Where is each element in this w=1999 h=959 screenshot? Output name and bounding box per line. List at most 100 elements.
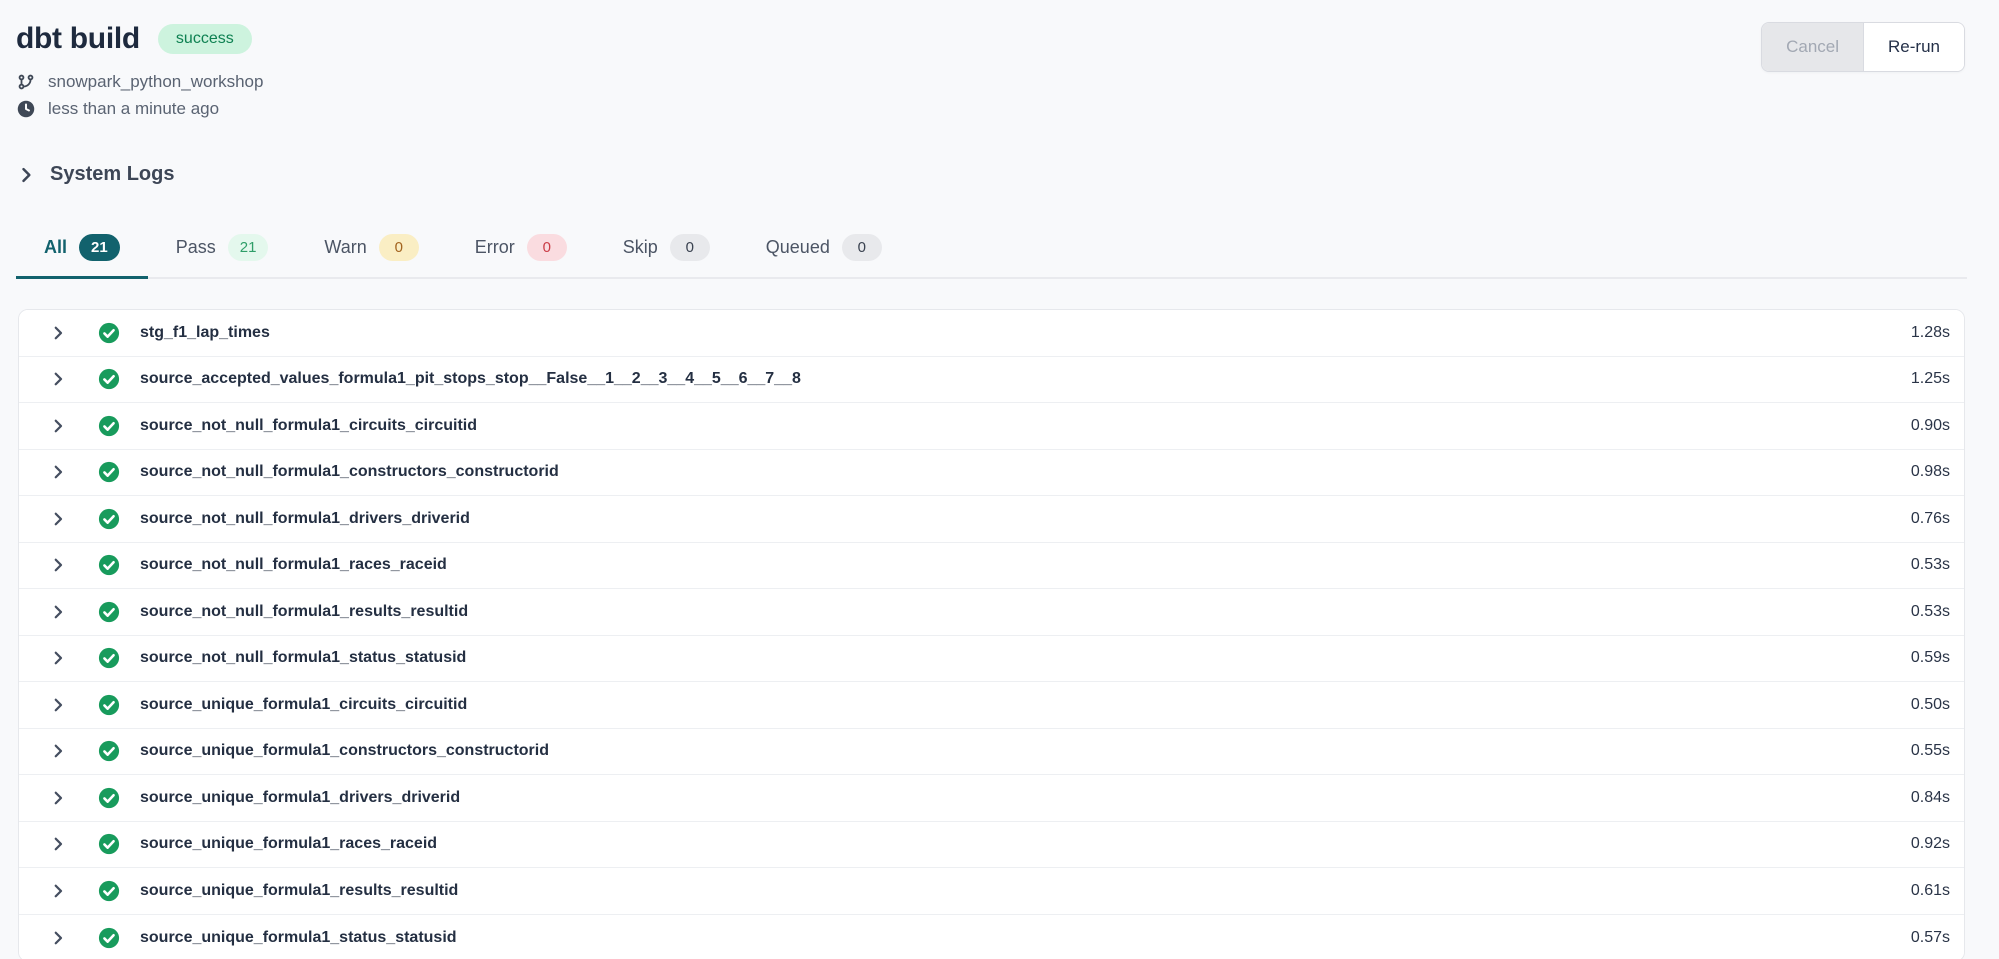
- result-name: source_unique_formula1_drivers_driverid: [140, 789, 1911, 807]
- check-circle-icon: [98, 601, 120, 623]
- result-duration: 0.98s: [1911, 463, 1950, 481]
- check-circle-icon: [98, 647, 120, 669]
- check-circle-icon: [98, 787, 120, 809]
- tab-all[interactable]: All 21: [16, 222, 148, 277]
- tab-label: Queued: [766, 237, 830, 258]
- expand-chevron-icon[interactable]: [45, 506, 71, 532]
- tab-count-badge: 21: [228, 234, 269, 261]
- check-circle-icon: [98, 554, 120, 576]
- result-filter-tabs: All 21 Pass 21 Warn 0 Error 0 Skip 0 Que…: [16, 222, 1967, 279]
- result-name: source_not_null_formula1_results_resulti…: [140, 603, 1911, 621]
- result-duration: 0.90s: [1911, 417, 1950, 435]
- result-duration: 0.53s: [1911, 556, 1950, 574]
- expand-chevron-icon[interactable]: [45, 692, 71, 718]
- check-circle-icon: [98, 833, 120, 855]
- expand-chevron-icon[interactable]: [45, 552, 71, 578]
- check-circle-icon: [98, 322, 120, 344]
- result-row[interactable]: source_unique_formula1_constructors_cons…: [19, 729, 1964, 776]
- tab-error[interactable]: Error 0: [447, 222, 595, 277]
- result-row[interactable]: source_unique_formula1_results_resultid …: [19, 868, 1964, 915]
- tab-warn[interactable]: Warn 0: [296, 222, 446, 277]
- git-branch-icon: [16, 72, 36, 92]
- check-circle-icon: [98, 880, 120, 902]
- tab-count-badge: 0: [842, 234, 882, 261]
- result-duration: 0.57s: [1911, 929, 1950, 947]
- result-duration: 1.25s: [1911, 370, 1950, 388]
- result-row[interactable]: stg_f1_lap_times 1.28s: [19, 310, 1964, 357]
- check-circle-icon: [98, 415, 120, 437]
- expand-chevron-icon[interactable]: [45, 645, 71, 671]
- check-circle-icon: [98, 508, 120, 530]
- result-duration: 0.76s: [1911, 510, 1950, 528]
- cancel-button[interactable]: Cancel: [1762, 23, 1864, 71]
- result-row[interactable]: source_not_null_formula1_constructors_co…: [19, 450, 1964, 497]
- expand-chevron-icon[interactable]: [45, 785, 71, 811]
- result-duration: 0.84s: [1911, 789, 1950, 807]
- result-name: source_not_null_formula1_constructors_co…: [140, 463, 1911, 481]
- tab-count-badge: 0: [670, 234, 710, 261]
- rerun-button[interactable]: Re-run: [1864, 23, 1964, 71]
- tab-label: Error: [475, 237, 515, 258]
- result-duration: 0.50s: [1911, 696, 1950, 714]
- result-row[interactable]: source_not_null_formula1_circuits_circui…: [19, 403, 1964, 450]
- expand-chevron-icon[interactable]: [45, 925, 71, 951]
- tab-label: Warn: [324, 237, 366, 258]
- chevron-right-icon: [16, 165, 36, 185]
- result-name: source_not_null_formula1_circuits_circui…: [140, 417, 1911, 435]
- run-header: dbt build success snowpark_python_worksh…: [0, 0, 1999, 119]
- result-row[interactable]: source_unique_formula1_races_raceid 0.92…: [19, 822, 1964, 869]
- check-circle-icon: [98, 461, 120, 483]
- expand-chevron-icon[interactable]: [45, 831, 71, 857]
- result-name: source_not_null_formula1_drivers_driveri…: [140, 510, 1911, 528]
- expand-chevron-icon[interactable]: [45, 320, 71, 346]
- check-circle-icon: [98, 694, 120, 716]
- result-name: stg_f1_lap_times: [140, 324, 1911, 342]
- result-row[interactable]: source_not_null_formula1_status_statusid…: [19, 636, 1964, 683]
- status-badge: success: [158, 24, 252, 54]
- expand-chevron-icon[interactable]: [45, 366, 71, 392]
- result-duration: 0.55s: [1911, 742, 1950, 760]
- system-logs-toggle[interactable]: System Logs: [16, 163, 1999, 186]
- tab-label: Pass: [176, 237, 216, 258]
- expand-chevron-icon[interactable]: [45, 459, 71, 485]
- expand-chevron-icon[interactable]: [45, 878, 71, 904]
- run-actions: Cancel Re-run: [1761, 22, 1965, 72]
- result-row[interactable]: source_accepted_values_formula1_pit_stop…: [19, 357, 1964, 404]
- result-row[interactable]: source_not_null_formula1_drivers_driveri…: [19, 496, 1964, 543]
- result-name: source_unique_formula1_results_resultid: [140, 882, 1911, 900]
- results-list: stg_f1_lap_times 1.28s source_accepted_v…: [18, 309, 1965, 959]
- check-circle-icon: [98, 368, 120, 390]
- expand-chevron-icon[interactable]: [45, 738, 71, 764]
- time-row: less than a minute ago: [16, 99, 1965, 119]
- result-name: source_not_null_formula1_races_raceid: [140, 556, 1911, 574]
- result-row[interactable]: source_unique_formula1_drivers_driverid …: [19, 775, 1964, 822]
- result-name: source_unique_formula1_circuits_circuiti…: [140, 696, 1911, 714]
- tab-label: Skip: [623, 237, 658, 258]
- tab-skip[interactable]: Skip 0: [595, 222, 738, 277]
- tab-label: All: [44, 237, 67, 258]
- result-name: source_not_null_formula1_status_statusid: [140, 649, 1911, 667]
- result-name: source_unique_formula1_status_statusid: [140, 929, 1911, 947]
- result-row[interactable]: source_not_null_formula1_races_raceid 0.…: [19, 543, 1964, 590]
- check-circle-icon: [98, 740, 120, 762]
- result-name: source_accepted_values_formula1_pit_stop…: [140, 370, 1911, 388]
- tab-count-badge: 0: [379, 234, 419, 261]
- result-duration: 0.59s: [1911, 649, 1950, 667]
- expand-chevron-icon[interactable]: [45, 413, 71, 439]
- system-logs-label: System Logs: [50, 163, 174, 186]
- result-duration: 0.61s: [1911, 882, 1950, 900]
- branch-name: snowpark_python_workshop: [48, 72, 263, 92]
- expand-chevron-icon[interactable]: [45, 599, 71, 625]
- clock-icon: [16, 99, 36, 119]
- result-row[interactable]: source_unique_formula1_status_statusid 0…: [19, 915, 1964, 959]
- result-name: source_unique_formula1_races_raceid: [140, 835, 1911, 853]
- tab-queued[interactable]: Queued 0: [738, 222, 910, 277]
- check-circle-icon: [98, 927, 120, 949]
- tab-count-badge: 21: [79, 234, 120, 261]
- branch-row: snowpark_python_workshop: [16, 72, 1965, 92]
- tab-pass[interactable]: Pass 21: [148, 222, 297, 277]
- result-duration: 0.92s: [1911, 835, 1950, 853]
- result-row[interactable]: source_not_null_formula1_results_resulti…: [19, 589, 1964, 636]
- result-row[interactable]: source_unique_formula1_circuits_circuiti…: [19, 682, 1964, 729]
- page-title: dbt build: [16, 22, 140, 56]
